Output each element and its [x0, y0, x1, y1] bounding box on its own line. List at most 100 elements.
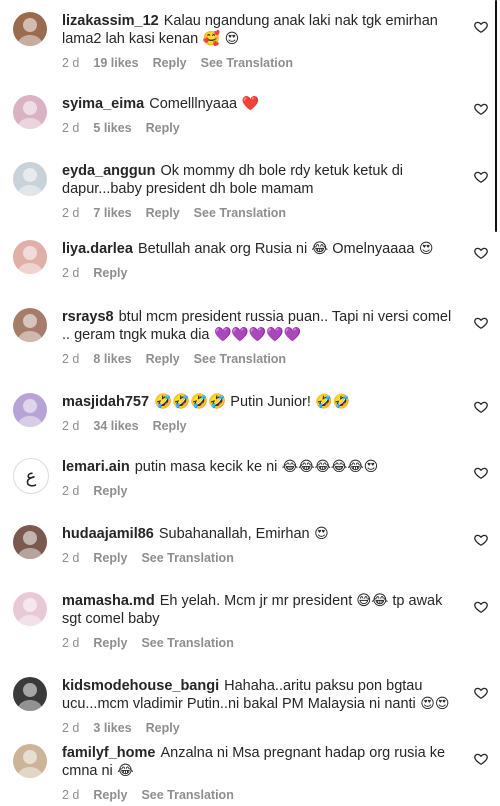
- reply-button[interactable]: Reply: [146, 721, 180, 735]
- like-heart-icon[interactable]: [474, 170, 488, 184]
- reply-button[interactable]: Reply: [153, 419, 187, 433]
- username-link[interactable]: lizakassim_12: [62, 13, 159, 29]
- comment-time: 2 d: [62, 484, 80, 498]
- comment-body: liya.darlea Betullah anak org Rusia ni 😂 …: [62, 240, 460, 282]
- like-heart-icon[interactable]: [474, 600, 488, 614]
- comment-body: familyf_home Anzalna ni Msa pregnant hada…: [62, 744, 460, 804]
- comment-emoji: 😍: [414, 241, 434, 257]
- like-heart-icon[interactable]: [474, 246, 488, 260]
- username-link[interactable]: liya.darlea: [62, 241, 133, 257]
- like-heart-icon[interactable]: [474, 533, 488, 547]
- avatar[interactable]: [13, 308, 47, 342]
- likes-count[interactable]: 7 likes: [93, 206, 131, 220]
- see-translation-button[interactable]: See Translation: [141, 636, 233, 650]
- username-link[interactable]: masjidah757: [62, 394, 149, 410]
- comment-text-line: liya.darlea Betullah anak org Rusia ni 😂 …: [62, 240, 460, 258]
- comment-meta: 2 d 7 likes Reply See Translation: [62, 204, 460, 222]
- comment-body: syima_eima Comelllnyaaa ❤️ 2 d 5 likes Reply: [62, 95, 460, 137]
- like-heart-icon[interactable]: [474, 400, 488, 414]
- likes-count[interactable]: 34 likes: [93, 419, 138, 433]
- avatar[interactable]: [13, 12, 47, 46]
- username-link[interactable]: hudaajamil86: [62, 526, 154, 542]
- comment-text-line: syima_eima Comelllnyaaa ❤️: [62, 95, 460, 113]
- comment-time: 2 d: [62, 551, 80, 565]
- reply-button[interactable]: Reply: [93, 551, 127, 565]
- username-link[interactable]: syima_eima: [62, 96, 144, 112]
- likes-count[interactable]: 5 likes: [93, 121, 131, 135]
- see-translation-button[interactable]: See Translation: [141, 788, 233, 802]
- username-link[interactable]: lemari.ain: [62, 459, 130, 475]
- username-link[interactable]: rsrays8: [62, 309, 114, 325]
- comment-body: kidsmodehouse_bangi Hahaha..aritu paksu p…: [62, 677, 460, 737]
- avatar[interactable]: [13, 393, 47, 427]
- comment-text-line: hudaajamil86 Subahanallah, Emirhan 😍: [62, 525, 460, 543]
- reply-button[interactable]: Reply: [93, 788, 127, 802]
- see-translation-button[interactable]: See Translation: [141, 551, 233, 565]
- comment-text-line: kidsmodehouse_bangi Hahaha..aritu paksu p…: [62, 677, 460, 713]
- comment-time: 2 d: [62, 266, 80, 280]
- like-heart-icon[interactable]: [474, 20, 488, 34]
- likes-count[interactable]: 8 likes: [93, 352, 131, 366]
- svg-text:ع: ع: [26, 466, 37, 487]
- likes-count[interactable]: 3 likes: [93, 721, 131, 735]
- comment-text-line: eyda_anggun Ok mommy dh bole rdy ketuk ke…: [62, 162, 460, 198]
- see-translation-button[interactable]: See Translation: [194, 206, 286, 220]
- comment-meta: 2 d 3 likes Reply: [62, 719, 460, 737]
- username-link[interactable]: mamasha.md: [62, 593, 155, 609]
- avatar[interactable]: [13, 744, 47, 778]
- comment-time: 2 d: [62, 721, 80, 735]
- username-link[interactable]: kidsmodehouse_bangi: [62, 678, 219, 694]
- comment-body: eyda_anggun Ok mommy dh bole rdy ketuk ke…: [62, 162, 460, 222]
- comment-body: lizakassim_12 Kalau ngandung anak laki na…: [62, 12, 460, 72]
- comment-meta: 2 d 5 likes Reply: [62, 119, 460, 137]
- comment-time: 2 d: [62, 419, 80, 433]
- like-heart-icon[interactable]: [474, 316, 488, 330]
- reply-button[interactable]: Reply: [146, 121, 180, 135]
- comment-emoji: ❤️: [237, 96, 259, 112]
- scrollbar[interactable]: [495, 0, 497, 232]
- likes-count[interactable]: 19 likes: [93, 56, 138, 70]
- comment-text: Betullah anak org Rusia ni 😂 Omelnyaaaa: [137, 241, 415, 257]
- comment-text: Comelllnyaaa: [149, 96, 238, 112]
- reply-button[interactable]: Reply: [153, 56, 187, 70]
- comment-meta: 2 d 34 likes Reply: [62, 417, 460, 435]
- avatar[interactable]: [13, 677, 47, 711]
- comment-meta: 2 d Reply: [62, 482, 460, 500]
- comment-text: putin masa kecik ke ni: [134, 459, 278, 475]
- username-link[interactable]: familyf_home: [62, 745, 155, 761]
- comment-body: hudaajamil86 Subahanallah, Emirhan 😍 2 d Re…: [62, 525, 460, 567]
- comment-meta: 2 d 19 likes Reply See Translation: [62, 54, 460, 72]
- comment-body: rsrays8 btul mcm president russia puan.. …: [62, 308, 460, 368]
- avatar[interactable]: [13, 240, 47, 274]
- see-translation-button[interactable]: See Translation: [194, 352, 286, 366]
- comment-text: Subahanallah, Emirhan: [158, 526, 310, 542]
- comment-emoji: 😂: [112, 763, 134, 779]
- see-translation-button[interactable]: See Translation: [201, 56, 293, 70]
- avatar[interactable]: [13, 95, 47, 129]
- comment-emoji: 😂😂😂😂😂😍: [277, 459, 379, 475]
- reply-button[interactable]: Reply: [93, 266, 127, 280]
- reply-button[interactable]: Reply: [93, 636, 127, 650]
- reply-button[interactable]: Reply: [146, 206, 180, 220]
- comment-meta: 2 d Reply: [62, 264, 460, 282]
- comment-text: 🤣🤣🤣🤣 Putin Junior!: [154, 394, 311, 410]
- reply-button[interactable]: Reply: [93, 484, 127, 498]
- like-heart-icon[interactable]: [474, 752, 488, 766]
- like-heart-icon[interactable]: [474, 466, 488, 480]
- comment-text-line: lemari.ain putin masa kecik ke ni 😂😂😂😂😂😍: [62, 458, 460, 476]
- comment-body: mamasha.md Eh yelah. Mcm jr mr president …: [62, 592, 460, 652]
- avatar[interactable]: [13, 162, 47, 196]
- comment-text-line: familyf_home Anzalna ni Msa pregnant hada…: [62, 744, 460, 780]
- like-heart-icon[interactable]: [474, 102, 488, 116]
- username-link[interactable]: eyda_anggun: [62, 163, 155, 179]
- avatar[interactable]: ع: [13, 458, 49, 494]
- like-heart-icon[interactable]: [474, 686, 488, 700]
- comment-time: 2 d: [62, 121, 80, 135]
- avatar[interactable]: [13, 525, 47, 559]
- comment-meta: 2 d Reply See Translation: [62, 786, 460, 804]
- comment-emoji: 🤣🤣: [310, 394, 351, 410]
- comment-meta: 2 d Reply See Translation: [62, 634, 460, 652]
- comment-text-line: lizakassim_12 Kalau ngandung anak laki na…: [62, 12, 460, 48]
- avatar[interactable]: [13, 592, 47, 626]
- reply-button[interactable]: Reply: [146, 352, 180, 366]
